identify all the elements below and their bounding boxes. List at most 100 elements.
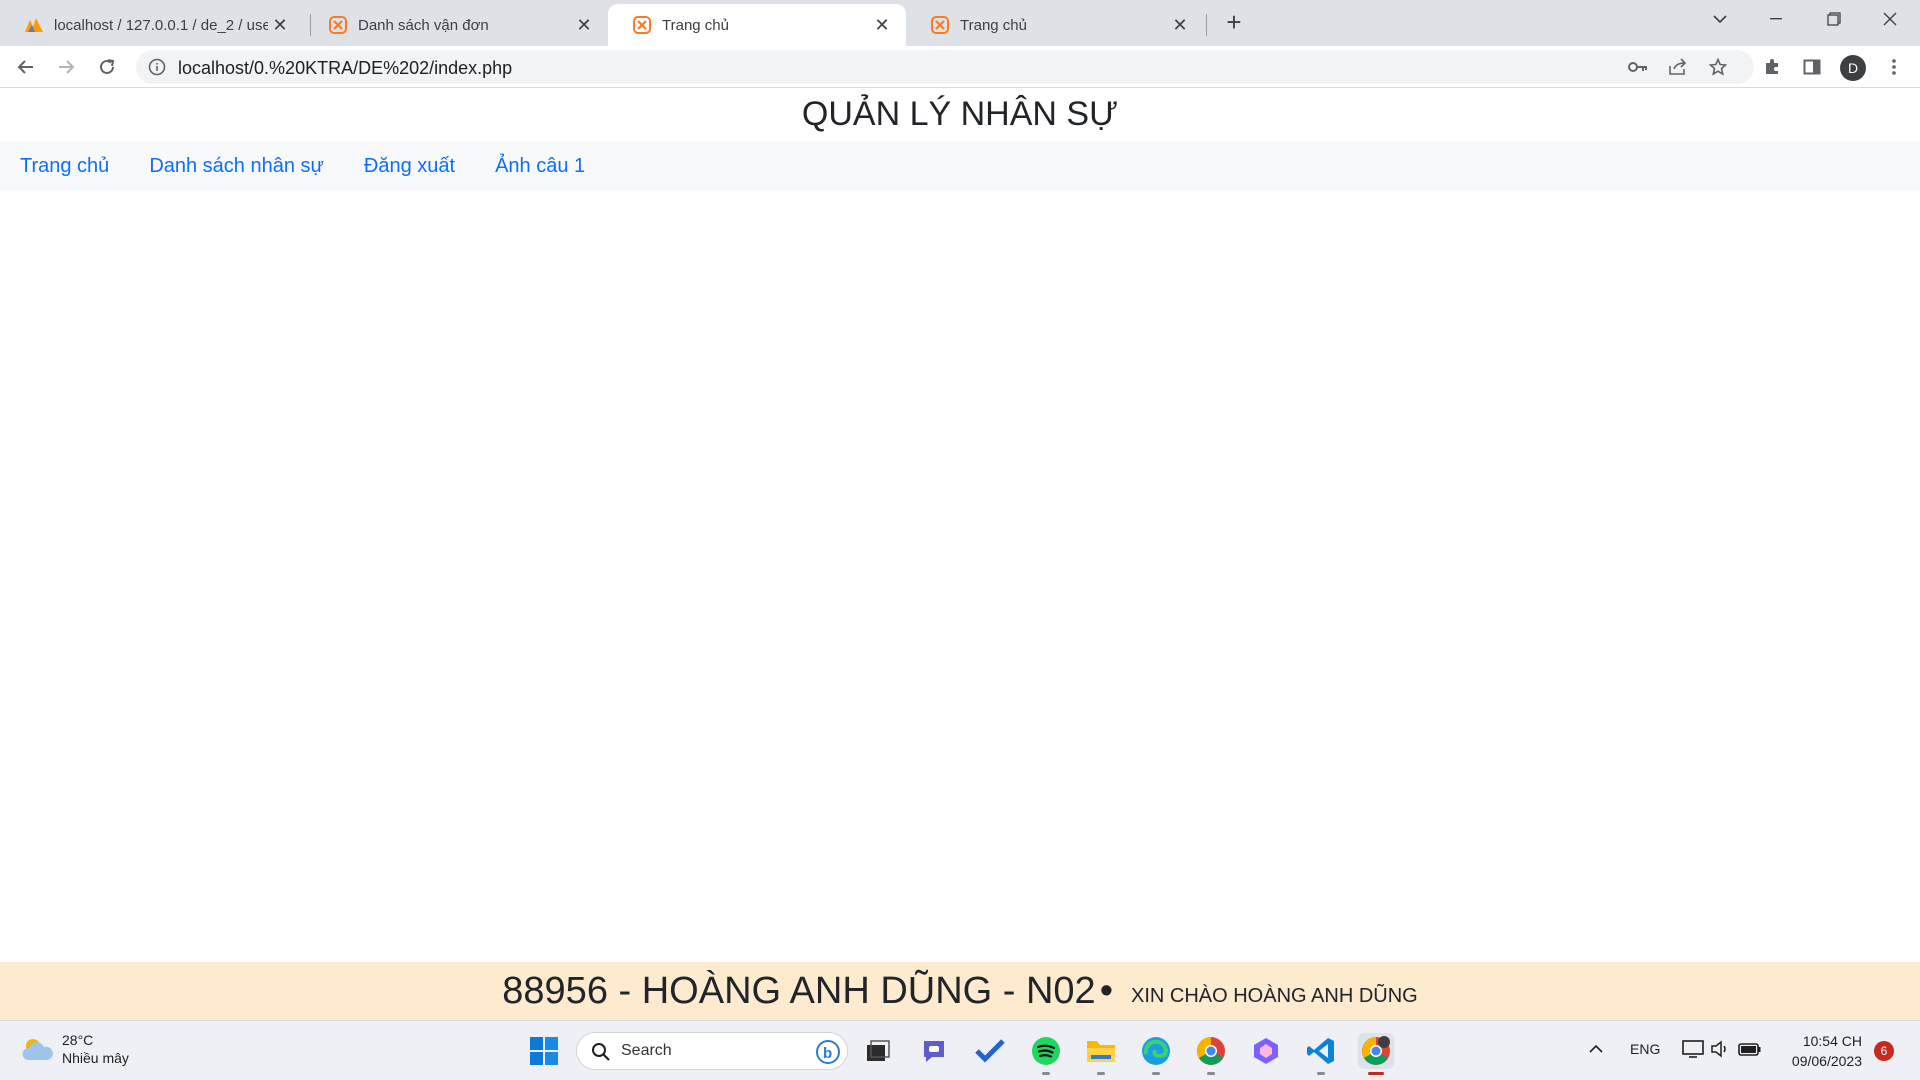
star-icon <box>1709 58 1727 76</box>
running-indicator <box>1368 1072 1384 1075</box>
task-view-button[interactable] <box>860 1033 896 1069</box>
chevron-down-icon <box>1713 15 1727 24</box>
cloudy-weather-icon <box>22 1039 53 1060</box>
reload-button[interactable] <box>91 51 123 83</box>
search-icon <box>592 1043 610 1061</box>
browser-toolbar: localhost/0.%20KTRA/DE%202/index.php D <box>0 46 1920 88</box>
show-hidden-icons-button[interactable] <box>1588 1041 1604 1057</box>
tab-separator <box>1206 14 1207 36</box>
page-footer: 88956 - HOÀNG ANH DŨNG - N02 • XIN CHÀO … <box>0 962 1920 1020</box>
info-icon[interactable] <box>148 58 166 76</box>
tab-title: Trang chủ <box>662 16 729 34</box>
minimize-button[interactable] <box>1748 0 1804 38</box>
close-icon[interactable]: ✕ <box>870 13 894 37</box>
side-panel-icon <box>1803 59 1821 75</box>
extensions-button[interactable] <box>1756 51 1788 83</box>
taskbar-search-box[interactable]: Search b <box>576 1032 848 1070</box>
bing-icon[interactable]: b <box>815 1039 841 1065</box>
phpmyadmin-icon <box>24 15 44 35</box>
share-icon <box>1669 58 1687 75</box>
close-icon[interactable]: ✕ <box>1168 13 1192 37</box>
main-navbar: Trang chủ Danh sách nhân sự Đăng xuất Ản… <box>0 141 1920 191</box>
footer-student-info: 88956 - HOÀNG ANH DŨNG - N02 <box>502 969 1096 1012</box>
page-content: QUẢN LÝ NHÂN SỰ Trang chủ Danh sách nhân… <box>0 89 1920 962</box>
chevron-up-icon <box>1589 1044 1603 1053</box>
tab-trang-chu-active[interactable]: Trang chủ ✕ <box>608 4 906 46</box>
key-icon <box>1628 62 1647 72</box>
address-bar[interactable]: localhost/0.%20KTRA/DE%202/index.php <box>136 50 1754 84</box>
tab-title: Trang chủ <box>960 16 1027 34</box>
kebab-menu-icon <box>1892 59 1896 75</box>
footer-bullet: • <box>1099 969 1113 1012</box>
weather-temperature: 28°C <box>62 1032 94 1048</box>
svg-text:b: b <box>823 1045 832 1062</box>
arrow-right-icon <box>59 60 75 74</box>
profile-avatar[interactable]: D <box>1840 55 1866 81</box>
bookmark-button[interactable] <box>1706 55 1730 79</box>
page-title: QUẢN LÝ NHÂN SỰ <box>801 95 1119 133</box>
back-button[interactable] <box>10 51 42 83</box>
windows-taskbar: 28°C Nhiều mây Search b ENG 10:54 CH 09/… <box>0 1020 1920 1080</box>
search-label: Search <box>621 1042 672 1059</box>
nav-link-dang-xuat[interactable]: Đăng xuất <box>364 155 455 178</box>
network-icon[interactable] <box>1682 1039 1704 1062</box>
reload-icon <box>100 59 115 74</box>
password-key-button[interactable] <box>1626 55 1650 79</box>
spotify-icon <box>1032 1037 1060 1065</box>
side-panel-button[interactable] <box>1796 51 1828 83</box>
new-tab-button[interactable]: + <box>1218 6 1250 38</box>
battery-icon[interactable] <box>1738 1039 1762 1062</box>
copilot-button[interactable] <box>1248 1033 1284 1069</box>
system-clock[interactable]: 10:54 CH 09/06/2023 <box>1770 1031 1862 1071</box>
menu-button[interactable] <box>1878 51 1910 83</box>
file-explorer-icon <box>1087 1041 1115 1062</box>
clock-date: 09/06/2023 <box>1791 1053 1862 1069</box>
weather-widget[interactable]: 28°C Nhiều mây <box>20 1031 129 1067</box>
minimize-icon <box>1770 18 1782 20</box>
volume-icon[interactable] <box>1710 1039 1730 1062</box>
restore-icon <box>1827 12 1841 26</box>
restore-button[interactable] <box>1806 0 1862 38</box>
xampp-icon <box>328 15 348 35</box>
chrome-profile-icon <box>1362 1036 1390 1065</box>
notification-badge[interactable]: 6 <box>1874 1041 1894 1061</box>
xampp-icon <box>632 15 652 35</box>
nav-link-trang-chu[interactable]: Trang chủ <box>20 155 109 178</box>
vscode-icon <box>1307 1038 1334 1064</box>
running-indicator <box>1042 1072 1050 1075</box>
running-indicator <box>1207 1072 1215 1075</box>
language-indicator[interactable]: ENG <box>1630 1041 1660 1057</box>
windows-start-button[interactable] <box>526 1033 562 1069</box>
close-icon[interactable]: ✕ <box>572 13 596 37</box>
forward-button[interactable] <box>50 51 82 83</box>
chrome-profile-button[interactable] <box>1358 1033 1394 1075</box>
edge-icon <box>1142 1037 1170 1065</box>
tab-search-button[interactable] <box>1692 0 1748 38</box>
tab-title: localhost / 127.0.0.1 / de_2 / user <box>54 16 268 34</box>
tab-phpmyadmin[interactable]: localhost / 127.0.0.1 / de_2 / user ✕ <box>0 4 304 46</box>
tab-danh-sach-van-don[interactable]: Danh sách vận đơn ✕ <box>304 4 608 46</box>
todo-icon <box>975 1039 1005 1063</box>
spotify-button[interactable] <box>1028 1033 1064 1075</box>
running-indicator <box>1317 1072 1325 1075</box>
tab-title: Danh sách vận đơn <box>358 16 489 34</box>
puzzle-icon <box>1766 59 1778 74</box>
task-view-icon <box>867 1040 890 1061</box>
running-indicator <box>1097 1072 1105 1075</box>
teams-chat-button[interactable] <box>916 1033 952 1069</box>
chrome-button[interactable] <box>1193 1033 1229 1075</box>
todo-button[interactable] <box>972 1033 1008 1069</box>
share-button[interactable] <box>1666 55 1690 79</box>
vscode-button[interactable] <box>1303 1033 1339 1075</box>
close-icon <box>1883 12 1897 26</box>
close-window-button[interactable] <box>1862 0 1918 38</box>
nav-link-danh-sach-nhan-su[interactable]: Danh sách nhân sự <box>149 155 324 178</box>
close-icon[interactable]: ✕ <box>268 13 292 37</box>
edge-button[interactable] <box>1138 1033 1174 1075</box>
copilot-icon <box>1254 1038 1278 1064</box>
url-text[interactable]: localhost/0.%20KTRA/DE%202/index.php <box>178 58 512 79</box>
nav-link-anh-cau-1[interactable]: Ảnh câu 1 <box>495 155 585 178</box>
file-explorer-button[interactable] <box>1083 1033 1119 1075</box>
tab-trang-chu[interactable]: Trang chủ ✕ <box>906 4 1204 46</box>
tab-strip: localhost / 127.0.0.1 / de_2 / user ✕ Da… <box>0 0 1920 46</box>
